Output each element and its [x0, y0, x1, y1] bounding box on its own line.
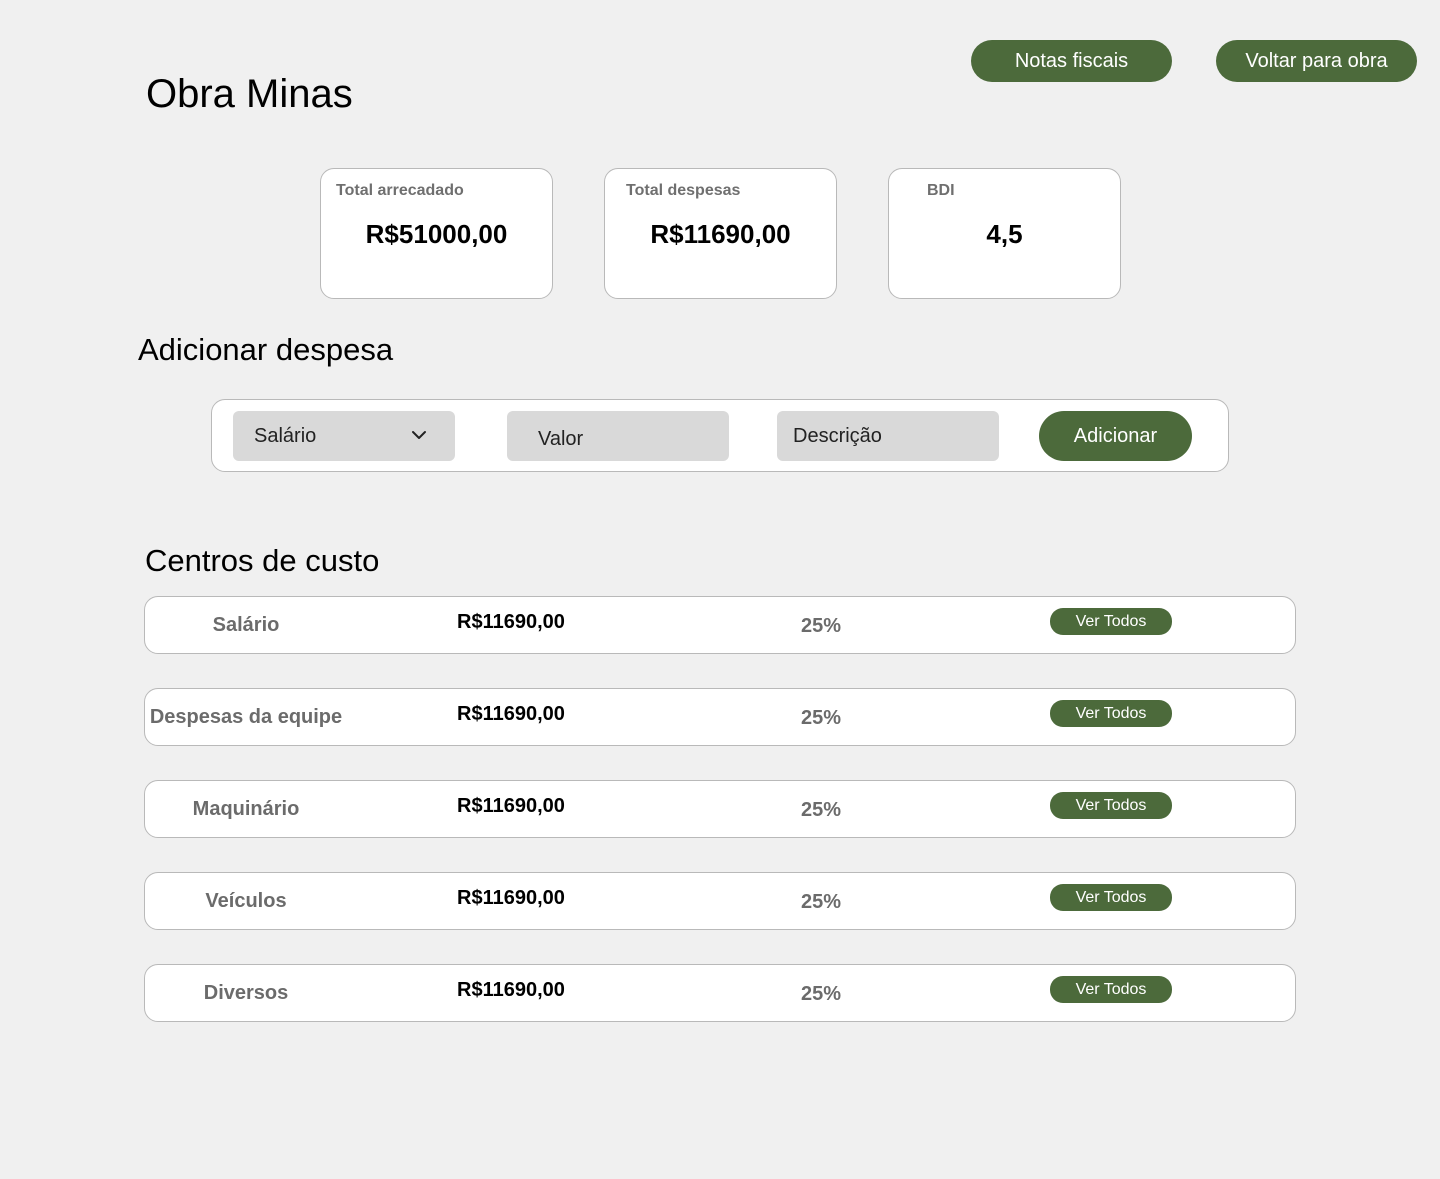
expense-type-selected: Salário [254, 424, 317, 447]
cost-center-name: Despesas da equipe [149, 706, 343, 728]
cost-center-percent: 25% [801, 983, 842, 1005]
chevron-down-icon [412, 431, 426, 439]
cost-center-percent: 25% [801, 615, 842, 637]
cost-center-percent: 25% [801, 799, 842, 821]
adicionar-button[interactable]: Adicionar [1039, 411, 1192, 461]
stat-label: Total arrecadado [336, 182, 464, 199]
cost-center-name: Salário [212, 614, 280, 636]
ver-todos-button[interactable]: Ver Todos [1050, 884, 1172, 911]
cost-center-percent: 25% [801, 891, 842, 913]
cost-center-amount: R$11690,00 [457, 979, 565, 1001]
ver-todos-button[interactable]: Ver Todos [1050, 792, 1172, 819]
ver-todos-button[interactable]: Ver Todos [1050, 700, 1172, 727]
cost-center-amount: R$11690,00 [457, 795, 565, 817]
cost-center-row: Veículos R$11690,00 25% Ver Todos [144, 872, 1296, 930]
descricao-input[interactable]: Descrição [777, 411, 999, 461]
page-title: Obra Minas [146, 72, 353, 116]
cost-center-row: Diversos R$11690,00 25% Ver Todos [144, 964, 1296, 1022]
valor-input[interactable]: Valor [507, 411, 729, 461]
cost-center-percent: 25% [801, 707, 842, 729]
cost-center-amount: R$11690,00 [457, 611, 565, 633]
stat-value: R$51000,00 [365, 219, 508, 249]
notas-fiscais-button[interactable]: Notas fiscais [971, 40, 1172, 82]
cost-center-row: Salário R$11690,00 25% Ver Todos [144, 596, 1296, 654]
ver-todos-button[interactable]: Ver Todos [1050, 976, 1172, 1003]
voltar-para-obra-button[interactable]: Voltar para obra [1216, 40, 1417, 82]
stat-value: R$11690,00 [650, 219, 791, 249]
expense-type-select[interactable]: Salário [233, 411, 455, 461]
stat-label: Total despesas [626, 182, 741, 199]
cost-center-amount: R$11690,00 [457, 887, 565, 909]
cost-centers-title: Centros de custo [145, 543, 380, 578]
page: Notas fiscais Voltar para obra Obra Mina… [0, 0, 1440, 1179]
ver-todos-button[interactable]: Ver Todos [1050, 608, 1172, 635]
bdi-card: BDI 4,5 [888, 168, 1121, 299]
stat-value: 4,5 [986, 219, 1023, 249]
cost-center-name: Maquinário [192, 798, 300, 820]
cost-center-name: Veículos [205, 890, 287, 912]
add-expense-title: Adicionar despesa [138, 332, 394, 367]
cost-center-name: Diversos [203, 982, 289, 1004]
cost-center-row: Maquinário R$11690,00 25% Ver Todos [144, 780, 1296, 838]
total-arrecadado-card: Total arrecadado R$51000,00 [320, 168, 553, 299]
cost-center-row: Despesas da equipe R$11690,00 25% Ver To… [144, 688, 1296, 746]
stat-label: BDI [927, 182, 955, 199]
add-expense-form: Salário Valor Descrição Adicionar [211, 399, 1229, 472]
cost-center-amount: R$11690,00 [457, 703, 565, 725]
total-despesas-card: Total despesas R$11690,00 [604, 168, 837, 299]
